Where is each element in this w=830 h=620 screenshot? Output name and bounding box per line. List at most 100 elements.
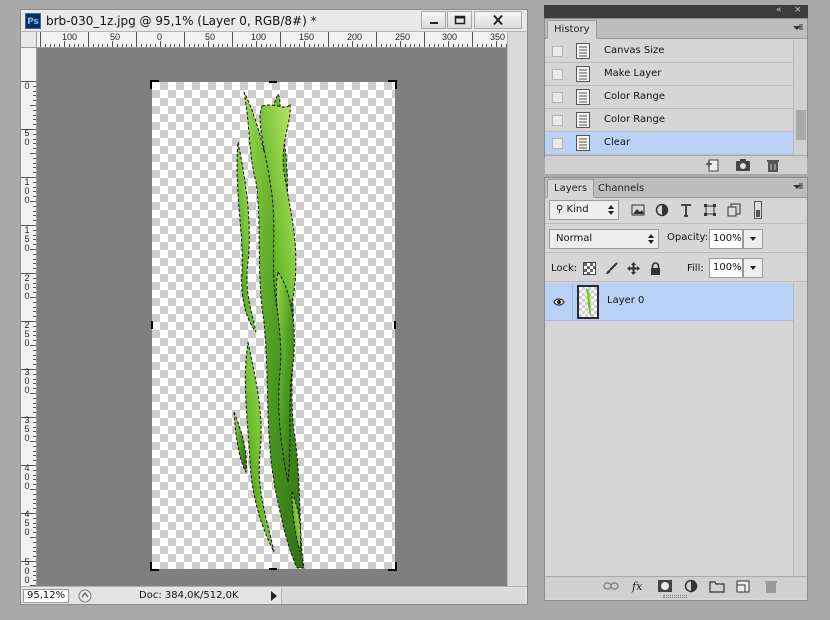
layer-row[interactable]: Layer 0 <box>545 283 793 321</box>
layers-scrollbar[interactable] <box>793 283 807 576</box>
lock-row: Lock: Fill: 100% <box>545 254 807 282</box>
document-window: Ps brb-030_1z.jpg @ 95,1% (Layer 0, RGB/… <box>20 9 528 605</box>
smart-object-filter-icon[interactable] <box>727 203 741 217</box>
transform-handle[interactable] <box>387 561 397 571</box>
document-title-bar[interactable]: Ps brb-030_1z.jpg @ 95,1% (Layer 0, RGB/… <box>21 10 527 32</box>
history-source-checkbox[interactable] <box>552 69 563 80</box>
new-layer-icon[interactable] <box>735 579 751 593</box>
ruler-label: 200 <box>347 32 363 42</box>
transform-handle[interactable] <box>150 561 160 571</box>
close-button[interactable] <box>474 11 522 29</box>
fill-field[interactable]: 100% <box>709 258 743 278</box>
close-panels-icon[interactable]: × <box>794 5 802 15</box>
new-adjustment-layer-icon[interactable] <box>683 579 699 593</box>
layer-style-fx-icon[interactable]: fx <box>631 579 647 593</box>
tab-history[interactable]: History <box>547 20 597 39</box>
ruler-label: 50 <box>205 32 216 42</box>
history-item[interactable]: Canvas Size <box>545 40 793 63</box>
scroll-thumb[interactable] <box>796 110 806 140</box>
tab-channels[interactable]: Channels <box>591 179 651 198</box>
maximize-button[interactable] <box>447 11 472 29</box>
adjustment-layer-filter-icon[interactable] <box>655 203 669 217</box>
ruler-origin[interactable] <box>21 32 37 48</box>
pasteboard[interactable] <box>37 48 507 586</box>
opacity-field[interactable]: 100% <box>709 229 743 249</box>
delete-layer-trash-icon[interactable] <box>763 579 779 593</box>
history-panel: History Canvas Size Make Layer Color Ran… <box>544 18 808 174</box>
pixel-layer-filter-icon[interactable] <box>631 203 645 217</box>
filter-kind-select[interactable]: ⚲ Kind <box>549 200 619 220</box>
type-layer-filter-icon[interactable] <box>679 203 693 217</box>
zoom-level-field[interactable]: 95,12% <box>23 589 69 603</box>
link-layers-icon[interactable] <box>603 579 619 593</box>
document-icon <box>576 135 590 151</box>
status-menu-arrow-icon[interactable] <box>269 590 279 602</box>
panel-menu-icon[interactable] <box>793 183 803 191</box>
lock-position-move-icon[interactable] <box>627 262 640 275</box>
ruler-label: 100 <box>62 32 78 42</box>
add-layer-mask-icon[interactable] <box>657 579 673 593</box>
history-source-checkbox[interactable] <box>552 92 563 103</box>
lock-pixels-brush-icon[interactable] <box>605 262 618 275</box>
svg-text:fx: fx <box>631 580 643 593</box>
history-source-checkbox[interactable] <box>552 138 563 149</box>
history-item[interactable]: Make Layer <box>545 63 793 86</box>
minimize-icon <box>429 22 438 24</box>
layer-thumbnail[interactable] <box>577 285 599 319</box>
panel-menu-icon[interactable] <box>793 24 803 32</box>
history-footer <box>545 155 807 174</box>
history-source-checkbox[interactable] <box>552 46 563 57</box>
transform-handle[interactable] <box>150 80 160 90</box>
trash-icon[interactable] <box>765 158 781 172</box>
transform-handle[interactable] <box>150 320 160 330</box>
vertical-ruler[interactable]: 0 50 100 150 200 250 300 350 400 450 500 <box>21 48 37 586</box>
document-canvas[interactable] <box>150 80 397 571</box>
select-arrows-icon <box>648 234 654 244</box>
camera-snapshot-icon[interactable] <box>735 158 751 172</box>
panel-dock-header[interactable]: « × <box>544 5 808 18</box>
blend-mode-select[interactable]: Normal <box>549 229 659 249</box>
fill-dropdown[interactable] <box>743 258 763 278</box>
vertical-scrollbar[interactable] <box>507 32 527 586</box>
document-icon <box>576 66 590 82</box>
new-document-from-state-icon[interactable] <box>705 158 721 172</box>
transform-handle[interactable] <box>268 561 278 571</box>
history-item[interactable]: Color Range <box>545 86 793 109</box>
horizontal-ruler[interactable]: 100 50 0 50 100 150 200 250 300 350 <box>37 32 507 48</box>
status-info-icon[interactable] <box>77 588 93 604</box>
layer-list: Layer 0 <box>545 283 793 576</box>
history-item-selected[interactable]: Clear <box>545 132 793 155</box>
shape-layer-filter-icon[interactable] <box>703 203 717 217</box>
history-item-label: Color Range <box>604 91 665 102</box>
layers-footer: fx <box>545 576 807 598</box>
search-icon: ⚲ <box>556 204 567 215</box>
horizontal-scrollbar[interactable] <box>281 588 525 604</box>
ruler-label: 250 <box>395 32 411 42</box>
maximize-icon <box>454 15 465 25</box>
ruler-label: 0 <box>24 81 30 91</box>
layer-name[interactable]: Layer 0 <box>607 295 644 306</box>
document-title: brb-030_1z.jpg @ 95,1% (Layer 0, RGB/8#)… <box>46 14 317 28</box>
transform-handle[interactable] <box>387 80 397 90</box>
resize-grip[interactable] <box>663 595 687 598</box>
minimize-button[interactable] <box>421 11 446 29</box>
ruler-label: 150 <box>24 225 30 253</box>
history-source-checkbox[interactable] <box>552 115 563 126</box>
tab-layers[interactable]: Layers <box>547 179 595 198</box>
ruler-ticks <box>40 32 507 47</box>
transform-handle[interactable] <box>387 320 397 330</box>
history-item[interactable]: Color Range <box>545 109 793 132</box>
ruler-label: 250 <box>24 320 30 348</box>
close-icon <box>493 14 503 26</box>
blend-mode-value: Normal <box>556 233 593 244</box>
new-group-folder-icon[interactable] <box>709 579 725 593</box>
opacity-dropdown[interactable] <box>743 229 763 249</box>
collapse-panels-icon[interactable]: « <box>776 5 782 15</box>
lock-transparency-icon[interactable] <box>583 262 596 275</box>
history-scrollbar[interactable] <box>793 40 807 155</box>
filter-toggle-icon[interactable] <box>751 201 765 219</box>
history-item-label: Clear <box>604 137 631 148</box>
layer-visibility-toggle[interactable] <box>545 283 573 321</box>
transform-handle[interactable] <box>268 80 278 90</box>
lock-all-padlock-icon[interactable] <box>649 262 662 275</box>
